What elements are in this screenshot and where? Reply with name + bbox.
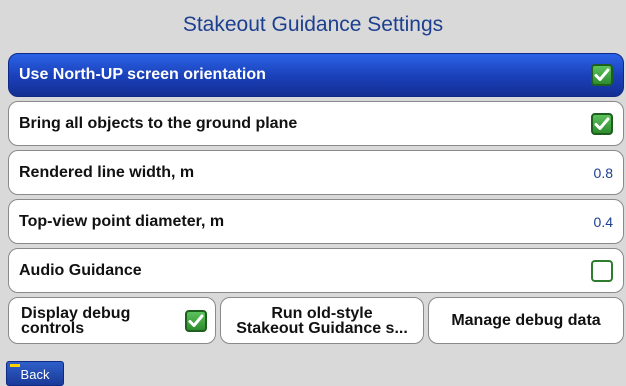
checkbox-north-up[interactable] bbox=[591, 64, 613, 86]
button-label-line2: controls bbox=[21, 319, 85, 337]
checkbox-audio-guidance[interactable] bbox=[591, 259, 613, 282]
point-diameter-value: 0.4 bbox=[593, 213, 613, 230]
checkbox-ground-plane[interactable] bbox=[591, 112, 613, 135]
setting-row-line-width[interactable]: Rendered line width, m 0.8 bbox=[8, 150, 624, 195]
checkmark-icon bbox=[594, 68, 610, 81]
checkmark-icon bbox=[594, 117, 610, 130]
run-old-style-guidance-button[interactable]: Run old-style Stakeout Guidance s... bbox=[220, 297, 424, 344]
checkmark-icon bbox=[188, 314, 204, 327]
back-button[interactable]: Back bbox=[6, 361, 64, 386]
display-debug-controls-button[interactable]: Display debug controls bbox=[8, 297, 216, 344]
setting-row-north-up[interactable]: Use North-UP screen orientation bbox=[8, 53, 624, 97]
setting-label: Bring all objects to the ground plane bbox=[19, 114, 298, 132]
setting-row-ground-plane[interactable]: Bring all objects to the ground plane bbox=[8, 101, 624, 146]
back-label: Back bbox=[20, 367, 50, 382]
back-notch-icon bbox=[10, 364, 20, 367]
setting-row-audio-guidance[interactable]: Audio Guidance bbox=[8, 248, 624, 293]
setting-label: Rendered line width, m bbox=[19, 163, 195, 181]
manage-debug-data-button[interactable]: Manage debug data bbox=[428, 297, 624, 344]
page-title: Stakeout Guidance Settings bbox=[182, 13, 444, 36]
button-label-line2: Stakeout Guidance s... bbox=[236, 319, 408, 337]
line-width-value: 0.8 bbox=[593, 164, 613, 181]
setting-label: Top-view point diameter, m bbox=[19, 212, 225, 230]
checkbox-debug-controls[interactable] bbox=[185, 309, 207, 332]
setting-row-point-diameter[interactable]: Top-view point diameter, m 0.4 bbox=[8, 199, 624, 244]
setting-label: Use North-UP screen orientation bbox=[19, 66, 266, 83]
setting-label: Audio Guidance bbox=[19, 261, 142, 279]
